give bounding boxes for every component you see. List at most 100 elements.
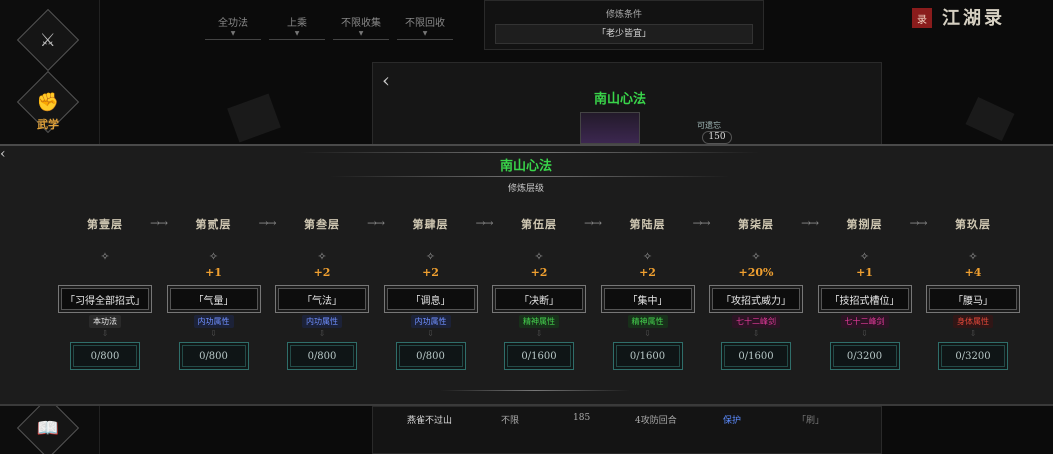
tier-node-button[interactable]: 「技招式槽位」 xyxy=(817,285,912,313)
down-arrow-icon: ⇩ xyxy=(318,329,326,338)
skill-value: 185 xyxy=(573,413,591,423)
tier-node-button[interactable]: 「腰马」 xyxy=(926,285,1020,313)
skill-rounds: 4攻防回合 xyxy=(635,416,677,426)
tier-node-button[interactable]: 「决断」 xyxy=(492,285,586,313)
brush-decoration-icon xyxy=(965,96,1015,142)
tier-arrow-icon: →→ xyxy=(258,216,277,230)
tier-progress-box[interactable]: 0/1600 xyxy=(504,342,574,370)
skill-name: 燕雀不过山 xyxy=(407,416,453,426)
down-arrow-icon: ⇩ xyxy=(752,329,760,338)
game-screen: ⚔ ✊ 武学 📖 全功法 上乘 不限收集 不限回收 修炼条件 「老少皆宜」 录 … xyxy=(0,0,1053,454)
tier-arrow-icon: →→ xyxy=(475,216,494,230)
down-arrow-icon: ⇩ xyxy=(210,329,217,338)
tier-name: 第肆层 xyxy=(412,218,449,231)
tier-progress-box[interactable]: 0/800 xyxy=(70,342,140,370)
cultivation-tiers-overlay: ‹ 南山心法 修炼层级 第壹层 ✧ 「习得全部招式」 本功法 ⇩ 0/800 →→ 第贰层 ✧ +… xyxy=(0,144,1053,406)
conditions-header: 修炼条件 xyxy=(605,10,642,20)
tier-arrow-icon: →→ xyxy=(692,216,711,230)
tier-progress-box[interactable]: 0/3200 xyxy=(829,342,900,370)
overlay-title: 南山心法 xyxy=(499,159,552,174)
overlay-subtitle: 修炼层级 xyxy=(507,184,544,194)
tier-progress-box[interactable]: 0/1600 xyxy=(721,342,791,370)
tier-bonus: +2 xyxy=(422,266,439,279)
back-arrow-icon[interactable]: ‹ xyxy=(382,68,390,92)
tier-diamond-icon: ✧ xyxy=(208,250,219,263)
tier-node-button[interactable]: 「调息」 xyxy=(383,285,478,313)
skill-tag: 保护 xyxy=(723,416,742,426)
tier-node-button[interactable]: 「气法」 xyxy=(275,285,369,313)
skill-limit: 不限 xyxy=(501,416,520,426)
tier-name: 第玖层 xyxy=(955,218,991,231)
tier-diamond-icon: ✧ xyxy=(100,250,110,263)
tier-name: 第伍层 xyxy=(521,218,557,231)
tier-diamond-icon: ✧ xyxy=(425,250,436,263)
tier-name: 第叁层 xyxy=(304,218,340,231)
tier-diamond-icon: ✧ xyxy=(968,250,978,263)
tier-attribute-badge: 七十二峰剑 xyxy=(732,315,780,328)
filter-bar: 全功法 上乘 不限收集 不限回收 xyxy=(205,14,453,40)
tier-bonus: +1 xyxy=(205,266,222,279)
tier-diamond-icon: ✧ xyxy=(751,250,761,263)
tier-progress-box[interactable]: 0/800 xyxy=(178,342,249,370)
down-arrow-icon: ⇩ xyxy=(861,329,868,338)
tier-node-button[interactable]: 「气量」 xyxy=(166,285,261,313)
tier-attribute-badge: 精神属性 xyxy=(627,315,668,328)
nav-martial-label: 武学 xyxy=(37,118,59,131)
tier-diamond-icon: ✧ xyxy=(859,250,870,263)
down-arrow-icon: ⇩ xyxy=(969,329,977,338)
tier-progress-box[interactable]: 0/800 xyxy=(287,342,357,370)
tier-arrow-icon: →→ xyxy=(150,216,168,230)
conditions-panel: 修炼条件 「老少皆宜」 xyxy=(484,0,764,50)
tier-progress-box[interactable]: 0/3200 xyxy=(938,342,1008,370)
tier-arrow-icon: →→ xyxy=(367,216,385,230)
tier-name: 第柒层 xyxy=(738,218,774,231)
tier-bonus: +20% xyxy=(738,266,774,279)
tier-node-button[interactable]: 「集中」 xyxy=(600,285,695,313)
tier-bonus: +2 xyxy=(313,266,331,279)
filter-collect[interactable]: 不限收集 xyxy=(333,14,389,40)
filter-all[interactable]: 全功法 xyxy=(205,14,261,40)
down-arrow-icon: ⇩ xyxy=(101,329,109,338)
martial-art-preview xyxy=(580,112,640,144)
skill-list-row[interactable]: 燕雀不过山 不限 185 4攻防回合 保护 「刷」 xyxy=(372,406,882,454)
tier-diamond-icon: ✧ xyxy=(642,250,653,263)
tier-attribute-badge: 本功法 xyxy=(89,315,121,328)
app-seal-icon: 录 xyxy=(912,8,932,28)
tier-arrow-icon: →→ xyxy=(909,216,928,230)
tier-bonus: +1 xyxy=(856,266,873,279)
tier-diamond-icon: ✧ xyxy=(317,250,327,263)
filter-recycle[interactable]: 不限回收 xyxy=(397,14,453,40)
conditions-value: 「老少皆宜」 xyxy=(495,24,753,44)
bottom-divider xyxy=(440,390,630,391)
tier-attribute-badge: 内功属性 xyxy=(302,315,342,328)
back-panel-title: 南山心法 xyxy=(593,92,646,107)
app-title: 江湖录 xyxy=(942,8,1005,29)
tier-name: 第捌层 xyxy=(846,218,883,231)
tier-bonus: +4 xyxy=(964,266,982,279)
tier-name: 第贰层 xyxy=(195,218,232,231)
tier-name: 第陆层 xyxy=(629,218,666,231)
tier-bonus: +2 xyxy=(639,266,656,279)
tier-progress-box[interactable]: 0/800 xyxy=(395,342,466,370)
down-arrow-icon: ⇩ xyxy=(644,329,651,338)
tier-name: 第壹层 xyxy=(87,218,123,231)
skill-extra: 「刷」 xyxy=(797,416,825,426)
tier-bonus: +2 xyxy=(530,266,548,279)
filter-grade[interactable]: 上乘 xyxy=(269,14,325,40)
tier-attribute-badge: 七十二峰剑 xyxy=(840,315,889,328)
tier-progress-box[interactable]: 0/1600 xyxy=(612,342,683,370)
scroll-decoration-icon xyxy=(227,93,281,143)
tier-arrow-icon: →→ xyxy=(584,216,602,230)
forget-value: 150 xyxy=(702,131,732,144)
tier-diamond-icon: ✧ xyxy=(534,250,544,263)
down-arrow-icon: ⇩ xyxy=(535,329,543,338)
tier-attribute-badge: 身体属性 xyxy=(953,315,993,328)
tier-arrow-icon: →→ xyxy=(801,216,819,230)
close-icon[interactable]: ‹ xyxy=(0,146,6,162)
tier-attribute-badge: 内功属性 xyxy=(410,315,451,328)
down-arrow-icon: ⇩ xyxy=(427,329,434,338)
tier-attribute-badge: 内功属性 xyxy=(193,315,234,328)
tier-node-button[interactable]: 「攻招式威力」 xyxy=(709,285,803,313)
tier-node-button[interactable]: 「习得全部招式」 xyxy=(58,285,152,313)
forget-label: 可遗忘 xyxy=(697,121,721,130)
